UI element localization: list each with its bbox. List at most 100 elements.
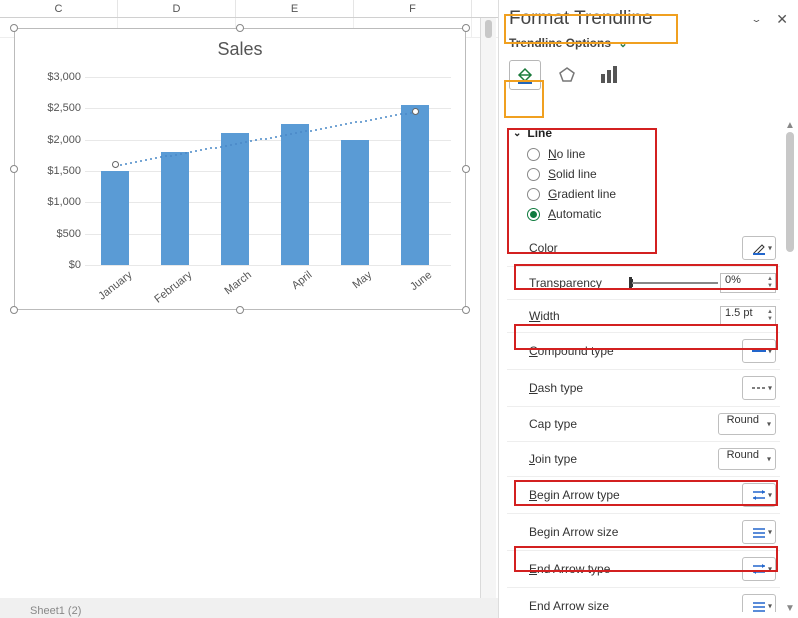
x-tick-label: January — [96, 269, 134, 303]
bar-chart-icon — [599, 66, 619, 84]
sheet-tab[interactable]: Sheet1 (2) — [24, 605, 87, 617]
y-tick-label: $3,000 — [47, 71, 81, 83]
radio-solid-line[interactable]: Solid line — [507, 164, 780, 184]
bar[interactable] — [401, 105, 429, 265]
resize-handle[interactable] — [10, 306, 18, 314]
vertical-scrollbar[interactable] — [480, 18, 496, 598]
prop-end-arrow-size: End Arrow size ▾ — [507, 588, 780, 612]
y-tick-label: $500 — [57, 228, 81, 240]
chevron-down-icon: ⌄ — [618, 37, 627, 50]
prop-end-arrow-type: End Arrow type ▾ — [507, 551, 780, 588]
chart-title[interactable]: Sales — [15, 29, 465, 66]
col-header[interactable]: C — [0, 0, 118, 17]
line-section-header[interactable]: ⌄ Line — [507, 122, 780, 144]
radio-automatic[interactable]: Automatic — [507, 204, 780, 224]
y-tick-label: $0 — [69, 259, 81, 271]
prop-label: Color — [529, 241, 558, 255]
bar[interactable] — [341, 140, 369, 265]
end-arrow-type-button[interactable]: ▾ — [742, 557, 776, 581]
tab-effects[interactable] — [551, 60, 583, 90]
transparency-slider[interactable] — [632, 277, 718, 289]
prop-compound-type: Compound type ▾ — [507, 333, 780, 370]
plot-area[interactable]: $3,000$2,500$2,000$1,500$1,000$500$0 Jan… — [35, 77, 451, 299]
chart-object[interactable]: Sales $3,000$2,500$2,000$1,500$1,000$500… — [14, 28, 466, 310]
prop-label: Join type — [529, 452, 577, 466]
prop-label: Compound type — [529, 344, 614, 358]
chevron-down-icon: ⌄ — [513, 128, 521, 139]
worksheet-area[interactable]: C D E F Sales $3,000$2,500$2,000$1,500$1… — [0, 0, 498, 618]
panel-scrollbar[interactable]: ▲ ▼ — [784, 122, 796, 612]
section-label: Line — [527, 126, 552, 140]
x-tick-label: February — [152, 269, 194, 306]
bar[interactable] — [101, 171, 129, 265]
col-header[interactable]: D — [118, 0, 236, 17]
resize-handle[interactable] — [462, 165, 470, 173]
bar-series[interactable] — [85, 77, 451, 265]
col-header[interactable]: E — [236, 0, 354, 17]
prop-label: Cap type — [529, 417, 577, 431]
width-input[interactable]: 1.5 pt▲▼ — [720, 306, 776, 326]
tab-fill-line[interactable] — [509, 60, 541, 90]
prop-label: Begin Arrow size — [529, 525, 618, 539]
pentagon-icon — [557, 65, 577, 85]
bar[interactable] — [281, 124, 309, 265]
radio-icon — [527, 208, 540, 221]
resize-handle[interactable] — [236, 24, 244, 32]
spinner[interactable]: ▲▼ — [765, 307, 775, 325]
y-axis[interactable]: $3,000$2,500$2,000$1,500$1,000$500$0 — [35, 77, 85, 265]
resize-handle[interactable] — [10, 165, 18, 173]
arrow-type-icon — [751, 489, 767, 501]
end-arrow-size-button[interactable]: ▾ — [742, 594, 776, 612]
prop-transparency: Transparency 0%▲▼ — [507, 267, 780, 300]
prop-join-type: Join type Round▾ — [507, 442, 780, 477]
radio-no-line[interactable]: No line — [507, 144, 780, 164]
x-tick-label: April — [290, 269, 315, 292]
cap-type-select[interactable]: Round▾ — [718, 413, 776, 435]
x-axis[interactable]: JanuaryFebruaryMarchAprilMayJune — [85, 265, 451, 299]
pen-icon — [752, 241, 766, 255]
radio-icon — [527, 168, 540, 181]
resize-handle[interactable] — [236, 306, 244, 314]
sheet-tabs[interactable]: Sheet1 (2) — [0, 598, 498, 618]
prop-width: Width 1.5 pt▲▼ — [507, 300, 780, 333]
resize-handle[interactable] — [462, 306, 470, 314]
prop-label: Dash type — [529, 381, 583, 395]
begin-arrow-type-button[interactable]: ▾ — [742, 483, 776, 507]
y-tick-label: $1,500 — [47, 165, 81, 177]
close-icon[interactable]: ✕ — [776, 11, 788, 28]
arrow-type-icon — [751, 563, 767, 575]
panel-body: ⌄ Line No line Solid line Gradient line … — [507, 122, 798, 612]
resize-handle[interactable] — [10, 24, 18, 32]
arrow-size-icon — [751, 526, 767, 538]
dash-line-icon — [751, 383, 767, 393]
arrow-size-icon — [751, 600, 767, 612]
panel-subtitle[interactable]: Trendline Options ⌄ — [499, 34, 798, 56]
x-tick-label: May — [351, 269, 375, 291]
join-type-select[interactable]: Round▾ — [718, 448, 776, 470]
spinner[interactable]: ▲▼ — [765, 274, 775, 292]
panel-collapse-icon[interactable]: ⌄ — [751, 14, 763, 24]
scroll-up-icon[interactable]: ▲ — [784, 120, 796, 131]
x-tick-label: June — [408, 269, 434, 293]
scroll-down-icon[interactable]: ▼ — [784, 603, 796, 614]
transparency-input[interactable]: 0%▲▼ — [720, 273, 776, 293]
radio-label: Solid line — [548, 167, 597, 181]
color-picker-button[interactable]: ▾ — [742, 236, 776, 260]
bar[interactable] — [221, 133, 249, 265]
scrollbar-thumb[interactable] — [786, 132, 794, 252]
column-headers: C D E F — [0, 0, 498, 18]
prop-label: End Arrow size — [529, 599, 609, 612]
prop-label: End Arrow type — [529, 562, 610, 576]
dash-type-button[interactable]: ▾ — [742, 376, 776, 400]
radio-gradient-line[interactable]: Gradient line — [507, 184, 780, 204]
resize-handle[interactable] — [462, 24, 470, 32]
begin-arrow-size-button[interactable]: ▾ — [742, 520, 776, 544]
paint-bucket-icon — [515, 65, 535, 85]
bar[interactable] — [161, 152, 189, 265]
single-line-icon — [751, 346, 767, 356]
col-header[interactable]: F — [354, 0, 472, 17]
tab-trendline-options[interactable] — [593, 60, 625, 90]
x-tick-label: March — [223, 269, 254, 297]
compound-type-button[interactable]: ▾ — [742, 339, 776, 363]
scrollbar-thumb[interactable] — [485, 20, 492, 38]
